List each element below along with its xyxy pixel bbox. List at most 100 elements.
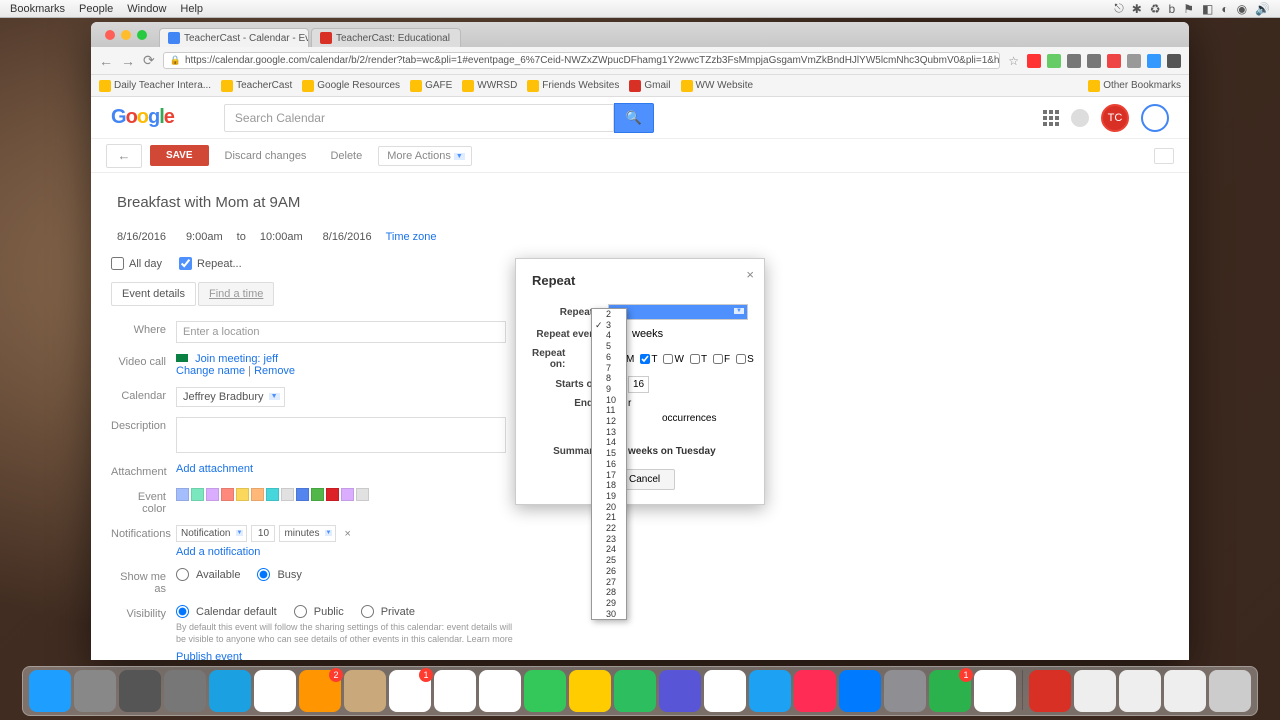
where-input[interactable]: Enter a location xyxy=(176,321,506,343)
dock-evernote-icon[interactable] xyxy=(614,670,656,712)
publish-event-link[interactable]: Publish event xyxy=(176,651,242,660)
ext-icon[interactable] xyxy=(1047,54,1061,68)
dropdown-option[interactable]: 19 xyxy=(592,491,626,502)
tab-find-time[interactable]: Find a time xyxy=(198,282,274,306)
dock-appstore-icon[interactable] xyxy=(839,670,881,712)
ext-icon[interactable] xyxy=(1147,54,1161,68)
day-checkbox[interactable]: T xyxy=(640,354,657,365)
dropdown-option[interactable]: 3 xyxy=(592,320,626,331)
day-checkbox[interactable]: F xyxy=(713,354,730,365)
color-swatch[interactable] xyxy=(221,488,234,501)
ext-icon[interactable] xyxy=(1127,54,1141,68)
dock-rocket-icon[interactable] xyxy=(119,670,161,712)
vis-default-radio[interactable] xyxy=(176,605,189,618)
dock-settings-icon[interactable] xyxy=(884,670,926,712)
window-controls[interactable] xyxy=(99,30,153,40)
dock-preview-icon[interactable] xyxy=(434,670,476,712)
color-swatch[interactable] xyxy=(296,488,309,501)
dropdown-option[interactable]: 6 xyxy=(592,352,626,363)
color-swatch[interactable] xyxy=(266,488,279,501)
dropdown-option[interactable]: 18 xyxy=(592,480,626,491)
dropdown-option[interactable]: 21 xyxy=(592,512,626,523)
dialog-close-icon[interactable]: × xyxy=(746,267,754,282)
day-checkbox[interactable]: T xyxy=(690,354,707,365)
dropdown-option[interactable]: 24 xyxy=(592,544,626,555)
dropdown-option[interactable]: 15 xyxy=(592,448,626,459)
notif-value-input[interactable]: 10 xyxy=(251,525,275,542)
color-swatch[interactable] xyxy=(191,488,204,501)
repeat-checkbox[interactable] xyxy=(179,257,192,270)
dock-contacts-icon[interactable] xyxy=(344,670,386,712)
color-swatch[interactable] xyxy=(236,488,249,501)
dropdown-option[interactable]: 29 xyxy=(592,598,626,609)
color-swatch[interactable] xyxy=(341,488,354,501)
bookmark-item[interactable]: WWRSD xyxy=(462,80,517,92)
dock-photos-icon[interactable] xyxy=(479,670,521,712)
dock-doc1-icon[interactable] xyxy=(1074,670,1116,712)
dropdown-option[interactable]: 5 xyxy=(592,341,626,352)
dock-twitter-icon[interactable] xyxy=(749,670,791,712)
add-notification-link[interactable]: Add a notification xyxy=(176,546,260,558)
dropdown-option[interactable]: 23 xyxy=(592,534,626,545)
print-icon[interactable] xyxy=(1154,148,1174,164)
menu-window[interactable]: Window xyxy=(127,3,166,15)
calendar-select[interactable]: Jeffrey Bradbury xyxy=(176,387,285,407)
nav-forward-icon[interactable]: → xyxy=(121,53,135,69)
avatar-secondary[interactable] xyxy=(1141,104,1169,132)
dropdown-option[interactable]: 28 xyxy=(592,587,626,598)
dropdown-option[interactable]: 9 xyxy=(592,384,626,395)
dropdown-option[interactable]: 26 xyxy=(592,566,626,577)
dock-finder-icon[interactable] xyxy=(29,670,71,712)
ext-icon[interactable] xyxy=(1107,54,1121,68)
date-to-input[interactable]: 8/16/2016 xyxy=(317,227,378,247)
allday-checkbox[interactable] xyxy=(111,257,124,270)
day-checkbox[interactable]: W xyxy=(663,354,683,365)
dock-toolbox-icon[interactable] xyxy=(1029,670,1071,712)
bookmark-item[interactable]: GAFE xyxy=(410,80,452,92)
bookmark-item[interactable]: Daily Teacher Intera... xyxy=(99,80,211,92)
bookmark-item[interactable]: Google Resources xyxy=(302,80,400,92)
bookmark-item[interactable]: Friends Websites xyxy=(527,80,619,92)
day-checkbox[interactable]: S xyxy=(736,354,754,365)
nav-reload-icon[interactable]: ⟳ xyxy=(143,52,155,69)
notif-unit-select[interactable]: minutes xyxy=(279,525,336,542)
time-to-input[interactable]: 10:00am xyxy=(254,227,309,247)
other-bookmarks[interactable]: Other Bookmarks xyxy=(1088,80,1181,92)
dropdown-option[interactable]: 22 xyxy=(592,523,626,534)
menu-help[interactable]: Help xyxy=(180,3,203,15)
dropdown-option[interactable]: 8 xyxy=(592,373,626,384)
starts-on-input[interactable]: 16 xyxy=(628,376,649,393)
showme-busy-radio[interactable] xyxy=(257,568,270,581)
avatar[interactable]: TC xyxy=(1101,104,1129,132)
vis-private-radio[interactable] xyxy=(361,605,374,618)
bookmark-item[interactable]: WW Website xyxy=(681,80,754,92)
ext-icon[interactable] xyxy=(1087,54,1101,68)
dropdown-option[interactable]: 14 xyxy=(592,437,626,448)
dropdown-option[interactable]: 16 xyxy=(592,459,626,470)
minimize-window-icon[interactable] xyxy=(121,30,131,40)
notif-type-select[interactable]: Notification xyxy=(176,525,247,542)
maximize-window-icon[interactable] xyxy=(137,30,147,40)
dock-textedit-icon[interactable] xyxy=(704,670,746,712)
discard-button[interactable]: Discard changes xyxy=(217,150,315,162)
dropdown-option[interactable]: 30 xyxy=(592,609,626,620)
timezone-link[interactable]: Time zone xyxy=(386,231,437,243)
ext-icon[interactable] xyxy=(1067,54,1081,68)
dock-pages-icon[interactable]: 2 xyxy=(299,670,341,712)
star-icon[interactable]: ☆ xyxy=(1008,54,1019,68)
repeats-select[interactable] xyxy=(608,304,748,320)
search-button[interactable]: 🔍 xyxy=(614,103,654,133)
dock-safari-icon[interactable] xyxy=(209,670,251,712)
notif-remove-icon[interactable]: × xyxy=(340,528,354,540)
dropdown-option[interactable]: 12 xyxy=(592,416,626,427)
dropdown-option[interactable]: 10 xyxy=(592,395,626,406)
dropdown-option[interactable]: 13 xyxy=(592,427,626,438)
bookmark-item[interactable]: TeacherCast xyxy=(221,80,292,92)
color-swatch[interactable] xyxy=(251,488,264,501)
description-textarea[interactable] xyxy=(176,417,506,453)
more-actions-dropdown[interactable]: More Actions xyxy=(378,146,472,166)
time-from-input[interactable]: 9:00am xyxy=(180,227,229,247)
dock-trash-icon[interactable] xyxy=(1209,670,1251,712)
dock-chrome-icon[interactable] xyxy=(974,670,1016,712)
notifications-icon[interactable] xyxy=(1071,109,1089,127)
